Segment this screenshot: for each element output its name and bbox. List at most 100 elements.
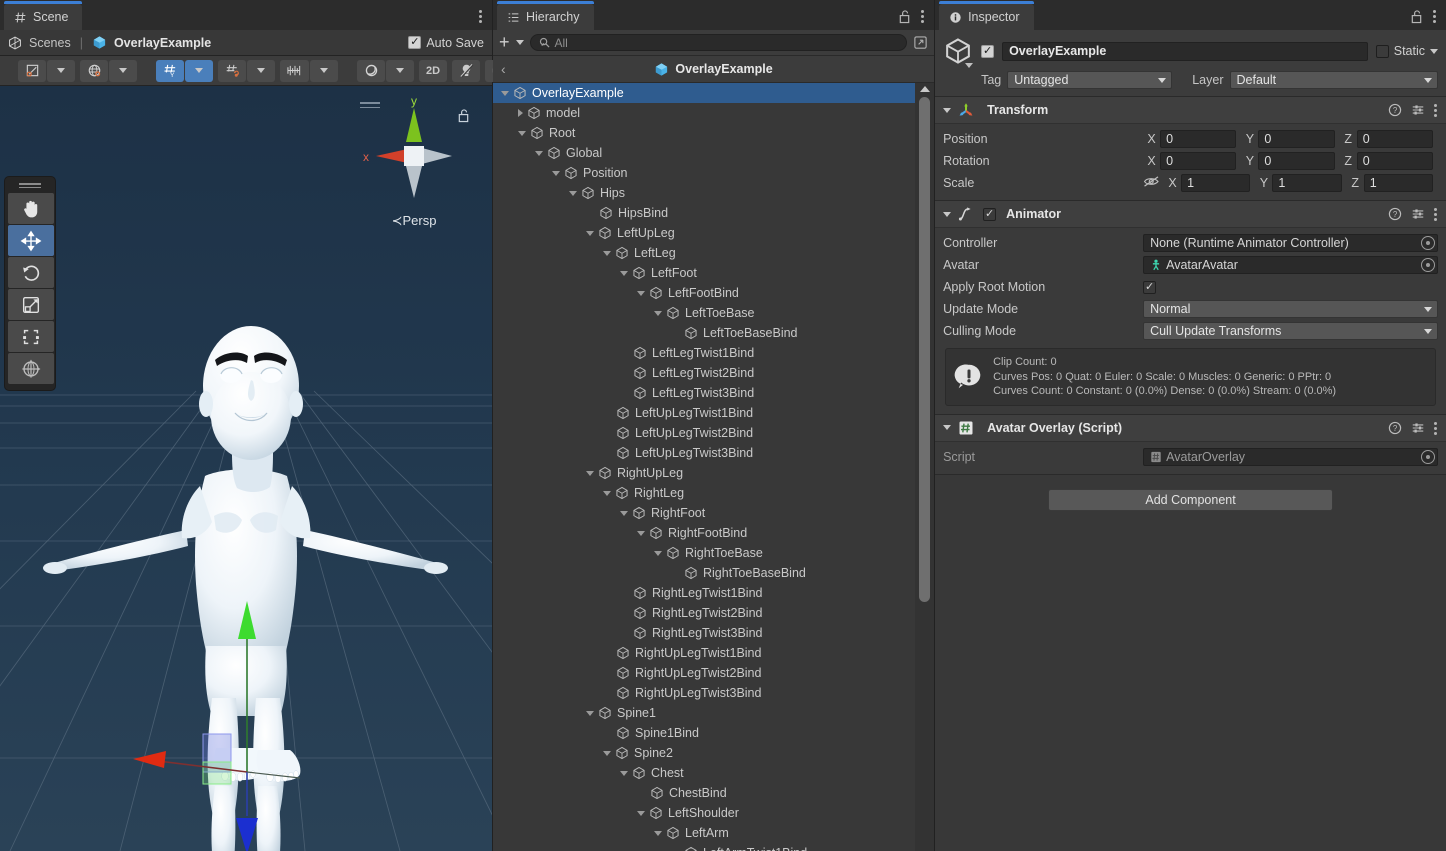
hierarchy-item-spine2[interactable]: Spine2: [493, 743, 934, 763]
scene-viewport[interactable]: y x ≺Persp: [0, 86, 492, 851]
foldout-arrow-icon[interactable]: [654, 830, 662, 836]
rotation-y-field[interactable]: 0: [1258, 152, 1335, 170]
help-icon[interactable]: ?: [1388, 421, 1402, 435]
hierarchy-item-leftuplegtwist1bind[interactable]: LeftUpLegTwist1Bind: [493, 403, 934, 423]
foldout-arrow-icon[interactable]: [620, 270, 628, 276]
constrain-proportions-toggle[interactable]: [1143, 175, 1160, 191]
avatar-object-field[interactable]: AvatarAvatar: [1143, 256, 1438, 274]
transform-tool[interactable]: [8, 353, 54, 384]
gameobject-cube-icon[interactable]: [943, 36, 974, 68]
hierarchy-item-global[interactable]: Global: [493, 143, 934, 163]
hierarchy-item-righttoebasebind[interactable]: RightToeBaseBind: [493, 563, 934, 583]
object-picker-icon[interactable]: [1421, 236, 1435, 250]
component-header[interactable]: Avatar Overlay (Script) ?: [935, 414, 1446, 442]
hierarchy-search-input[interactable]: All: [529, 34, 908, 51]
scale-x-field[interactable]: 1: [1181, 174, 1251, 192]
scale-tool[interactable]: [8, 289, 54, 320]
hierarchy-item-spine1bind[interactable]: Spine1Bind: [493, 723, 934, 743]
foldout-arrow-icon[interactable]: [552, 170, 560, 176]
breadcrumb-back-button[interactable]: ‹: [501, 61, 506, 77]
component-foldout-icon[interactable]: [943, 211, 952, 217]
scroll-up-arrow-icon[interactable]: [920, 86, 931, 92]
component-menu-icon[interactable]: [1434, 420, 1438, 436]
hierarchy-item-leftlegtwist2bind[interactable]: LeftLegTwist2Bind: [493, 363, 934, 383]
hierarchy-item-model[interactable]: model: [493, 103, 934, 123]
component-header[interactable]: Transform ?: [935, 97, 1446, 124]
controller-object-field[interactable]: None (Runtime Animator Controller): [1143, 234, 1438, 252]
hierarchy-item-leftfootbind[interactable]: LeftFootBind: [493, 283, 934, 303]
foldout-arrow-icon[interactable]: [586, 710, 594, 716]
rotation-x-field[interactable]: 0: [1160, 152, 1237, 170]
projection-label-wrap[interactable]: ≺Persp: [354, 213, 474, 229]
foldout-arrow-icon[interactable]: [535, 150, 543, 156]
increment-snap-button[interactable]: [280, 59, 309, 82]
breadcrumb-object[interactable]: OverlayExample: [114, 36, 211, 50]
component-menu-icon[interactable]: [1434, 206, 1438, 222]
breadcrumb-root-wrap[interactable]: OverlayExample: [493, 62, 934, 77]
grid-visibility-button[interactable]: Y: [156, 59, 184, 82]
hierarchy-item-rightfoot[interactable]: RightFoot: [493, 503, 934, 523]
hierarchy-item-hips[interactable]: Hips: [493, 183, 934, 203]
toggle-2d-button[interactable]: 2D: [419, 59, 447, 82]
foldout-arrow-icon[interactable]: [620, 510, 628, 516]
foldout-arrow-icon[interactable]: [637, 530, 645, 536]
hierarchy-item-leftlegtwist3bind[interactable]: LeftLegTwist3Bind: [493, 383, 934, 403]
hierarchy-item-root[interactable]: Root: [493, 123, 934, 143]
hierarchy-item-spine1[interactable]: Spine1: [493, 703, 934, 723]
hierarchy-item-leftarmtwist1bind[interactable]: LeftArmTwist1Bind: [493, 843, 934, 851]
chevron-down-icon[interactable]: [965, 63, 974, 68]
hierarchy-item-rightuplegtwist1bind[interactable]: RightUpLegTwist1Bind: [493, 643, 934, 663]
foldout-arrow-icon[interactable]: [586, 230, 594, 236]
culling-mode-dropdown[interactable]: Cull Update Transforms: [1143, 322, 1438, 340]
static-control[interactable]: Static: [1375, 44, 1438, 58]
hierarchy-scrollbar-thumb[interactable]: [919, 97, 931, 602]
tab-hierarchy[interactable]: Hierarchy: [497, 1, 594, 30]
rect-tool[interactable]: [8, 321, 54, 352]
position-z-field[interactable]: 0: [1356, 130, 1434, 148]
hierarchy-item-rightlegtwist2bind[interactable]: RightLegTwist2Bind: [493, 603, 934, 623]
hierarchy-item-lefttoebase[interactable]: LeftToeBase: [493, 303, 934, 323]
lighting-dropdown[interactable]: [109, 59, 137, 82]
hierarchy-item-leftupleg[interactable]: LeftUpLeg: [493, 223, 934, 243]
shading-mode-dropdown[interactable]: [47, 59, 75, 82]
auto-save-checkbox[interactable]: ✓: [408, 36, 422, 49]
shading-mode-button[interactable]: [18, 59, 46, 82]
hierarchy-item-rightlegtwist3bind[interactable]: RightLegTwist3Bind: [493, 623, 934, 643]
move-tool[interactable]: [8, 225, 54, 256]
tab-scene[interactable]: Scene: [4, 1, 83, 30]
hierarchy-item-leftarm[interactable]: LeftArm: [493, 823, 934, 843]
increment-snap-dropdown[interactable]: [310, 59, 338, 82]
foldout-arrow-icon[interactable]: [654, 310, 662, 316]
rotation-z-field[interactable]: 0: [1356, 152, 1434, 170]
foldout-arrow-icon[interactable]: [603, 250, 611, 256]
hierarchy-item-rightleg[interactable]: RightLeg: [493, 483, 934, 503]
scale-z-field[interactable]: 1: [1363, 174, 1434, 192]
tag-dropdown[interactable]: Untagged: [1007, 71, 1173, 89]
hierarchy-item-leftuplegtwist2bind[interactable]: LeftUpLegTwist2Bind: [493, 423, 934, 443]
static-dropdown-icon[interactable]: [1430, 48, 1438, 54]
help-icon[interactable]: ?: [1388, 103, 1402, 117]
preset-icon[interactable]: [1411, 421, 1425, 435]
foldout-arrow-icon[interactable]: [603, 750, 611, 756]
auto-save-control[interactable]: ✓ Auto Save: [408, 36, 484, 50]
component-foldout-icon[interactable]: [943, 107, 952, 113]
foldout-arrow-icon[interactable]: [569, 190, 577, 196]
scene-lighting-button[interactable]: [80, 59, 108, 82]
object-picker-icon[interactable]: [1421, 449, 1435, 464]
component-menu-icon[interactable]: [1434, 102, 1438, 118]
gameobject-enabled-checkbox[interactable]: ✓: [981, 44, 995, 58]
tab-inspector[interactable]: Inspector: [939, 1, 1034, 30]
static-checkbox[interactable]: [1375, 44, 1389, 58]
component-header[interactable]: ✓ Animator ?: [935, 201, 1446, 228]
hierarchy-item-leftuplegtwist3bind[interactable]: LeftUpLegTwist3Bind: [493, 443, 934, 463]
overlay-drag-handle[interactable]: [8, 181, 52, 190]
inspector-menu-icon[interactable]: [1433, 8, 1437, 24]
scene-lighting-toggle[interactable]: [452, 59, 480, 82]
apply-root-motion-checkbox[interactable]: ✓: [1143, 280, 1157, 294]
scale-y-field[interactable]: 1: [1272, 174, 1342, 192]
component-foldout-icon[interactable]: [943, 425, 952, 431]
hierarchy-item-leftshoulder[interactable]: LeftShoulder: [493, 803, 934, 823]
hierarchy-item-lefttoebasebind[interactable]: LeftToeBaseBind: [493, 323, 934, 343]
hierarchy-item-position[interactable]: Position: [493, 163, 934, 183]
gizmo-lock-toggle[interactable]: [457, 108, 470, 126]
